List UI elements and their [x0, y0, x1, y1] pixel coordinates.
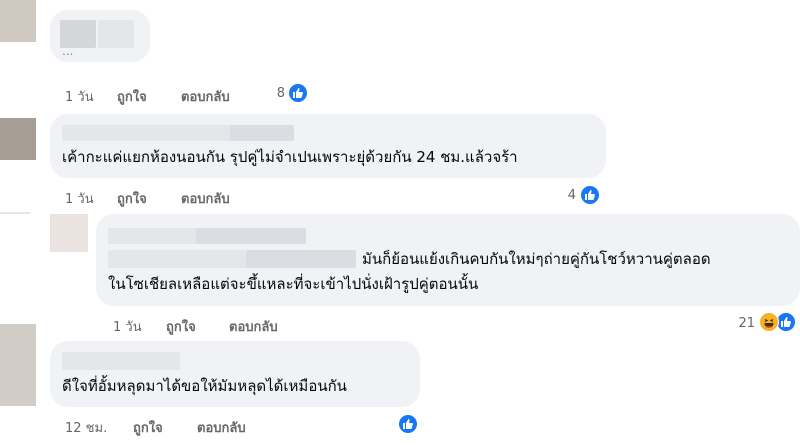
comment-bubble: ...	[50, 10, 150, 62]
reaction-count[interactable]: 4	[558, 188, 576, 203]
comment-bubble: ดีใจที่อั้มหลุดมาได้ขอให้มัมหลุดได้เหมือ…	[50, 341, 420, 407]
blurred-name	[62, 352, 180, 370]
comment-text: ดีใจที่อั้มหลุดมาได้ขอให้มัมหลุดได้เหมือ…	[62, 377, 347, 395]
comment-text: ...	[62, 44, 74, 58]
comment-time[interactable]: 12 ชม.	[65, 417, 107, 438]
avatar[interactable]	[0, 324, 36, 406]
avatar[interactable]	[50, 214, 88, 252]
comment-text: ในโซเชียลเหลือแต่จะขึ้แหละที่จะเข้าไปนั่…	[108, 275, 479, 293]
reply-button[interactable]: ตอบกลับ	[229, 316, 278, 337]
like-reaction-icon[interactable]	[776, 312, 796, 332]
comment-time[interactable]: 1 วัน	[65, 188, 94, 209]
blurred-text	[246, 250, 356, 268]
reaction-count[interactable]: 21	[733, 316, 755, 331]
comment-time[interactable]: 1 วัน	[113, 316, 142, 337]
reply-button[interactable]: ตอบกลับ	[197, 417, 246, 438]
like-button[interactable]: ถูกใจ	[166, 316, 196, 337]
comment-text: เค้ากะแค่แยกห้องนอนกัน รุปคู่ไม่จำเปนเพร…	[62, 148, 518, 166]
like-reaction-icon[interactable]	[398, 414, 418, 434]
reaction-count[interactable]: 8	[265, 86, 285, 101]
like-reaction-icon[interactable]	[288, 83, 308, 103]
reply-button[interactable]: ตอบกลับ	[181, 86, 230, 107]
comment-bubble: มันก็ย้อนแย้งเกินคบกันใหม่ๆถ่ายคู่กันโชว…	[96, 214, 800, 306]
like-button[interactable]: ถูกใจ	[117, 86, 147, 107]
avatar[interactable]	[0, 0, 36, 42]
avatar[interactable]	[0, 118, 36, 160]
blurred-name	[230, 125, 294, 141]
haha-reaction-icon[interactable]	[759, 312, 779, 332]
blurred-name	[196, 228, 306, 244]
like-button[interactable]: ถูกใจ	[117, 188, 147, 209]
comment-bubble: เค้ากะแค่แยกห้องนอนกัน รุปคู่ไม่จำเปนเพร…	[50, 114, 606, 178]
reply-thread-line	[0, 212, 30, 214]
comment-time[interactable]: 1 วัน	[65, 86, 94, 107]
reply-button[interactable]: ตอบกลับ	[181, 188, 230, 209]
like-button[interactable]: ถูกใจ	[133, 417, 163, 438]
blurred-name	[98, 20, 134, 48]
like-reaction-icon[interactable]	[580, 185, 600, 205]
comment-text: มันก็ย้อนแย้งเกินคบกันใหม่ๆถ่ายคู่กันโชว…	[362, 250, 711, 268]
